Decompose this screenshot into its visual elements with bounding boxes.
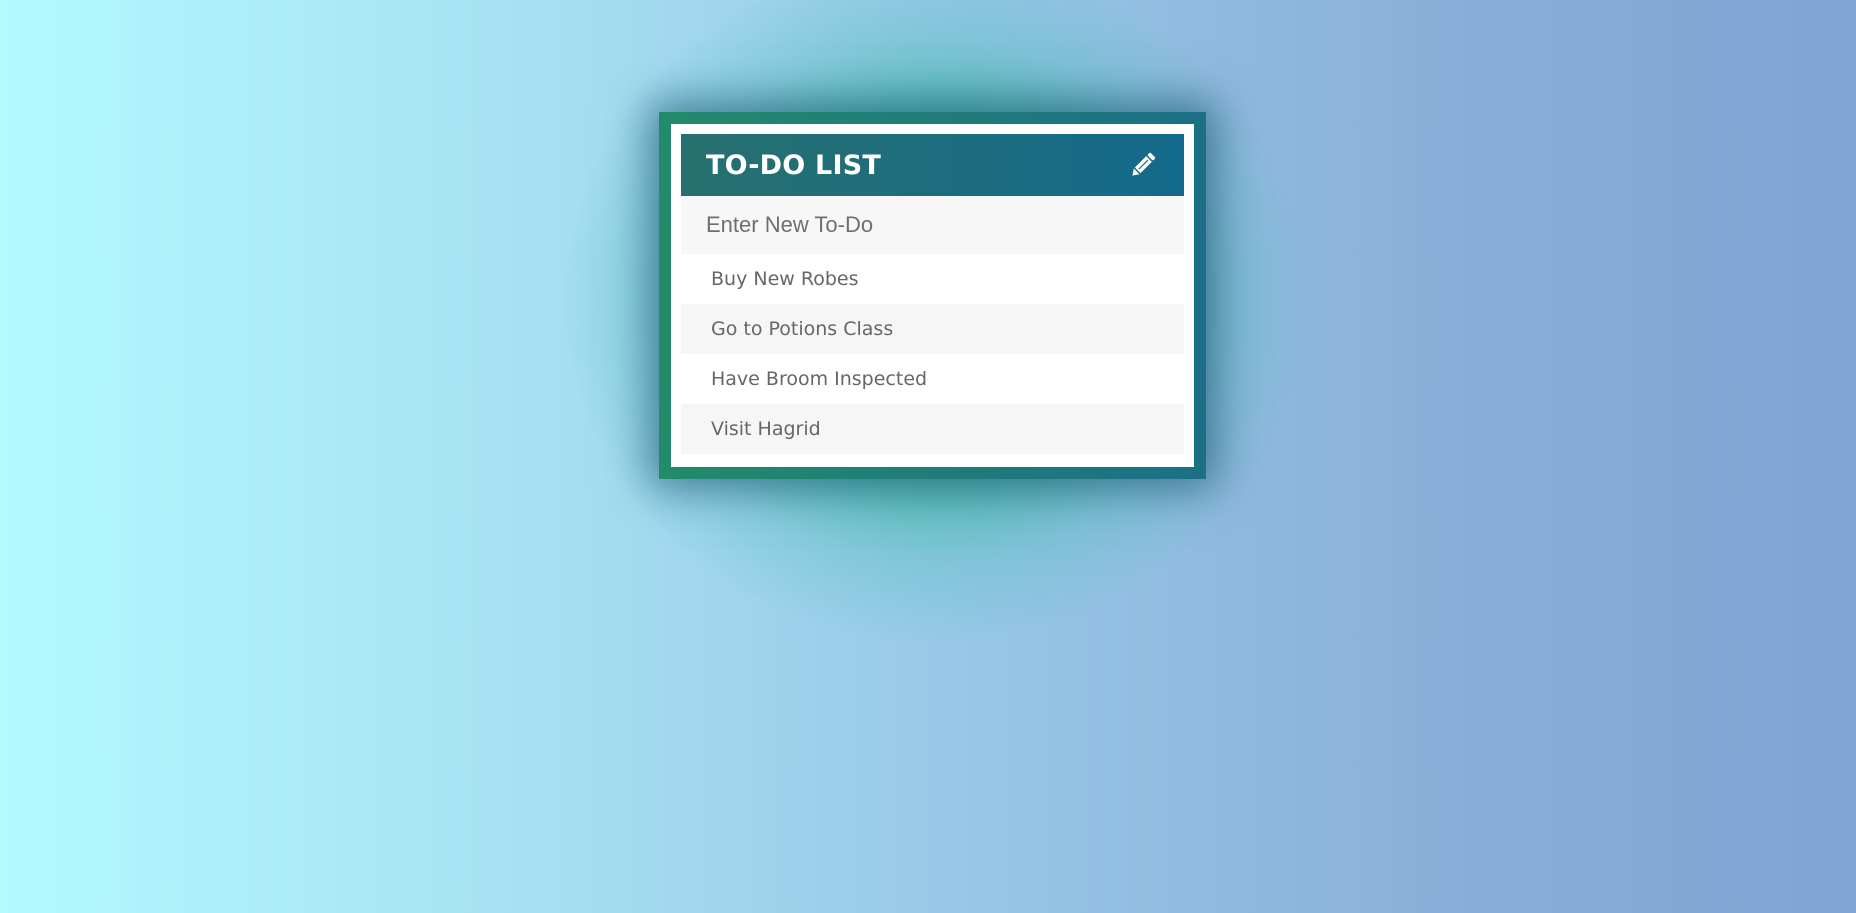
todo-list: Buy New Robes Go to Potions Class Have B…	[681, 254, 1184, 454]
todo-item[interactable]: Have Broom Inspected	[681, 354, 1184, 404]
toggle-input-button[interactable]	[1126, 148, 1160, 182]
todo-card: TO-DO LIST Buy New Robes Go to Potions C…	[671, 124, 1194, 467]
todo-item[interactable]: Go to Potions Class	[681, 304, 1184, 354]
todo-item[interactable]: Visit Hagrid	[681, 404, 1184, 454]
todo-header: TO-DO LIST	[681, 134, 1184, 196]
new-todo-input[interactable]	[681, 196, 1184, 254]
todo-card-frame: TO-DO LIST Buy New Robes Go to Potions C…	[659, 112, 1206, 479]
pencil-icon	[1132, 152, 1156, 176]
page-title: TO-DO LIST	[706, 149, 881, 181]
new-todo-row	[681, 196, 1184, 254]
todo-item[interactable]: Buy New Robes	[681, 254, 1184, 304]
